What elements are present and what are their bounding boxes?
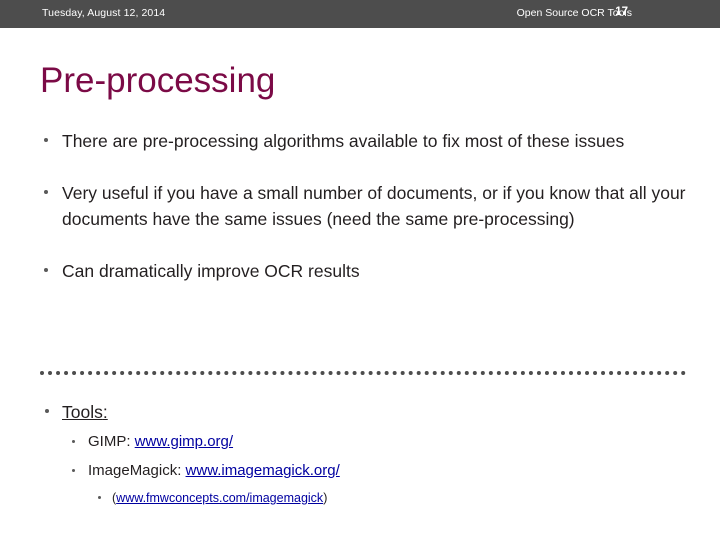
tool-item-imagemagick: ImageMagick: www.imagemagick.org/ xyxy=(40,460,680,482)
tools-heading-colon: : xyxy=(102,402,108,422)
bullet-text: Very useful if you have a small number o… xyxy=(62,183,686,229)
header-date: Tuesday, August 12, 2014 xyxy=(42,7,166,19)
dotted-divider xyxy=(40,371,686,375)
bullet-dot-icon xyxy=(45,409,49,413)
tool-subnote-fmwconcepts: (www.fmwconcepts.com/imagemagick) xyxy=(40,488,680,508)
bullet-spacer xyxy=(40,154,688,180)
tool-label-imagemagick: ImageMagick: xyxy=(88,462,186,479)
bullet-text: Can dramatically improve OCR results xyxy=(62,261,360,281)
bullet-item: Very useful if you have a small number o… xyxy=(40,180,688,232)
divider-line xyxy=(40,371,686,375)
bullet-dot-icon xyxy=(44,268,48,272)
bullet-list: There are pre-processing algorithms avai… xyxy=(40,128,688,284)
bullet-dot-icon xyxy=(72,469,75,472)
tool-link-fmwconcepts[interactable]: www.fmwconcepts.com/imagemagick xyxy=(116,491,323,505)
slide-header-bar: Tuesday, August 12, 2014 Open Source OCR… xyxy=(0,0,720,28)
bullet-item: Can dramatically improve OCR results xyxy=(40,258,688,284)
tools-heading-item: Tools: xyxy=(40,400,680,424)
tool-item-gimp: GIMP: www.gimp.org/ xyxy=(40,431,680,453)
tool-label-gimp: GIMP: xyxy=(88,433,135,450)
tools-heading-label: Tools xyxy=(62,402,103,422)
tools-section: Tools: GIMP: www.gimp.org/ ImageMagick: … xyxy=(40,400,680,508)
header-page-number: 17 xyxy=(615,6,628,18)
page-title: Pre-processing xyxy=(40,61,276,100)
bullet-dot-icon xyxy=(44,190,48,194)
bullet-dot-icon xyxy=(98,496,101,499)
bullet-dot-icon xyxy=(72,440,75,443)
bullet-dot-icon xyxy=(44,138,48,142)
slide: Tuesday, August 12, 2014 Open Source OCR… xyxy=(0,0,720,540)
tool-link-imagemagick[interactable]: www.imagemagick.org/ xyxy=(186,462,340,479)
bullet-item: There are pre-processing algorithms avai… xyxy=(40,128,688,154)
bullet-text: There are pre-processing algorithms avai… xyxy=(62,131,625,151)
bullet-spacer xyxy=(40,232,688,258)
tool-link-gimp[interactable]: www.gimp.org/ xyxy=(135,433,233,450)
subnote-close-paren: ) xyxy=(323,491,328,505)
